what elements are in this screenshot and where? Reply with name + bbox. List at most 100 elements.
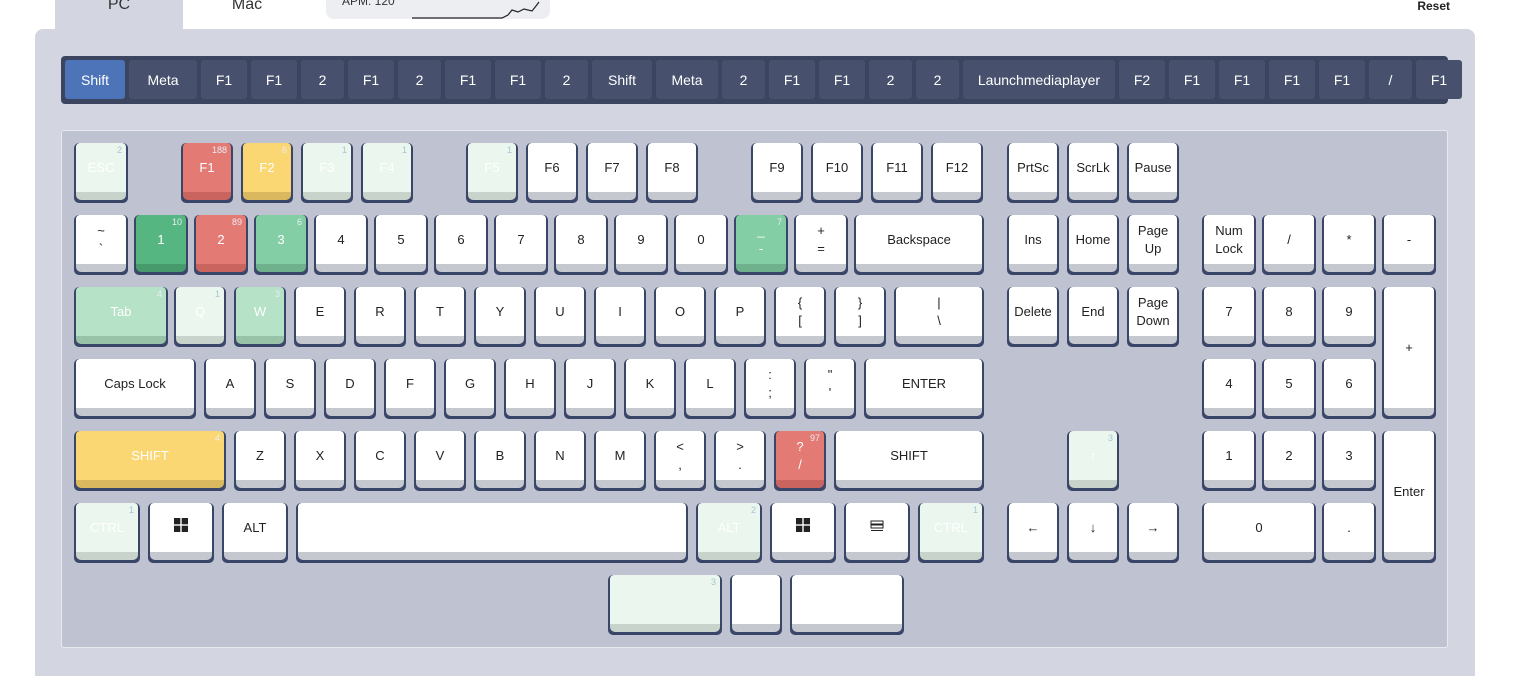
key-left[interactable]: ← xyxy=(1007,503,1059,563)
key-r[interactable]: R xyxy=(354,287,406,347)
key-menu[interactable] xyxy=(844,503,910,563)
key-extra3[interactable] xyxy=(790,575,904,635)
key-pause[interactable]: Pause xyxy=(1127,143,1179,203)
key-d[interactable]: D xyxy=(324,359,376,419)
key-g[interactable]: G xyxy=(444,359,496,419)
reset-button[interactable]: Reset xyxy=(1417,0,1450,13)
key-d9[interactable]: 9 xyxy=(614,215,668,275)
key-q[interactable]: Q1 xyxy=(174,287,226,347)
key-e[interactable]: E xyxy=(294,287,346,347)
key-d3[interactable]: 36 xyxy=(254,215,308,275)
key-tilde[interactable]: ~ ` xyxy=(74,215,128,275)
key-numadd[interactable]: + xyxy=(1382,287,1436,419)
key-num0[interactable]: 0 xyxy=(1202,503,1316,563)
key-rctrl[interactable]: CTRL 1 xyxy=(918,503,984,563)
key-u[interactable]: U xyxy=(534,287,586,347)
key-prtsc[interactable]: PrtSc xyxy=(1007,143,1059,203)
key-numlock[interactable]: Num Lock xyxy=(1202,215,1256,275)
key-f3[interactable]: F3 1 xyxy=(301,143,353,203)
key-j[interactable]: J xyxy=(564,359,616,419)
key-y[interactable]: Y xyxy=(474,287,526,347)
key-h[interactable]: H xyxy=(504,359,556,419)
key-d6[interactable]: 6 xyxy=(434,215,488,275)
key-p[interactable]: P xyxy=(714,287,766,347)
key-down[interactable]: ↓ xyxy=(1067,503,1119,563)
key-n[interactable]: N xyxy=(534,431,586,491)
key-f1[interactable]: F1 188 xyxy=(181,143,233,203)
key-d0[interactable]: 0 xyxy=(674,215,728,275)
key-win1[interactable] xyxy=(148,503,214,563)
key-slash[interactable]: ? / 97 xyxy=(774,431,826,491)
key-numenter[interactable]: Enter xyxy=(1382,431,1436,563)
key-period[interactable]: >. xyxy=(714,431,766,491)
key-num5[interactable]: 5 xyxy=(1262,359,1316,419)
key-pgup[interactable]: Page Up xyxy=(1127,215,1179,275)
key-num3[interactable]: 3 xyxy=(1322,431,1376,491)
key-f12[interactable]: F12 xyxy=(931,143,983,203)
key-right[interactable]: → xyxy=(1127,503,1179,563)
key-nummul[interactable]: * xyxy=(1322,215,1376,275)
key-d7[interactable]: 7 xyxy=(494,215,548,275)
key-esc[interactable]: ESC 2 xyxy=(74,143,128,203)
key-i[interactable]: I xyxy=(594,287,646,347)
key-num2[interactable]: 2 xyxy=(1262,431,1316,491)
key-space[interactable] xyxy=(296,503,688,563)
key-f5[interactable]: F5 1 xyxy=(466,143,518,203)
key-c[interactable]: C xyxy=(354,431,406,491)
tab-mac[interactable]: Mac xyxy=(183,0,311,29)
key-home[interactable]: Home xyxy=(1067,215,1119,275)
key-lshift[interactable]: SHIFT 4 xyxy=(74,431,226,491)
key-f10[interactable]: F10 xyxy=(811,143,863,203)
key-numdiv[interactable]: / xyxy=(1262,215,1316,275)
key-minus[interactable]: _ - 7 xyxy=(734,215,788,275)
key-scrlk[interactable]: ScrLk xyxy=(1067,143,1119,203)
key-f9[interactable]: F9 xyxy=(751,143,803,203)
key-semicolon[interactable]: :; xyxy=(744,359,796,419)
key-num6[interactable]: 6 xyxy=(1322,359,1376,419)
key-numsub[interactable]: - xyxy=(1382,215,1436,275)
key-equal[interactable]: + = xyxy=(794,215,848,275)
key-w[interactable]: W3 xyxy=(234,287,286,347)
key-rshift[interactable]: SHIFT xyxy=(834,431,984,491)
key-extra1[interactable]: 3 xyxy=(608,575,722,635)
key-backslash[interactable]: | \ xyxy=(894,287,984,347)
key-v[interactable]: V xyxy=(414,431,466,491)
key-m[interactable]: M xyxy=(594,431,646,491)
key-f6[interactable]: F6 xyxy=(526,143,578,203)
key-pgdn[interactable]: Page Down xyxy=(1127,287,1179,347)
key-b[interactable]: B xyxy=(474,431,526,491)
key-tab[interactable]: Tab 4 xyxy=(74,287,168,347)
key-num1[interactable]: 1 xyxy=(1202,431,1256,491)
key-num7[interactable]: 7 xyxy=(1202,287,1256,347)
key-ins[interactable]: Ins xyxy=(1007,215,1059,275)
key-num8[interactable]: 8 xyxy=(1262,287,1316,347)
key-d2[interactable]: 2 89 xyxy=(194,215,248,275)
key-o[interactable]: O xyxy=(654,287,706,347)
key-comma[interactable]: <, xyxy=(654,431,706,491)
key-lbracket[interactable]: {[ xyxy=(774,287,826,347)
key-delete[interactable]: Delete xyxy=(1007,287,1059,347)
key-f7[interactable]: F7 xyxy=(586,143,638,203)
key-lalt[interactable]: ALT xyxy=(222,503,288,563)
key-s[interactable]: S xyxy=(264,359,316,419)
key-enter[interactable]: ENTER xyxy=(864,359,984,419)
key-k[interactable]: K xyxy=(624,359,676,419)
key-up[interactable]: ↑ 3 xyxy=(1067,431,1119,491)
key-caps[interactable]: Caps Lock xyxy=(74,359,196,419)
key-f11[interactable]: F11 xyxy=(871,143,923,203)
key-d1[interactable]: 1 10 xyxy=(134,215,188,275)
key-num4[interactable]: 4 xyxy=(1202,359,1256,419)
key-l[interactable]: L xyxy=(684,359,736,419)
key-quote[interactable]: " ' xyxy=(804,359,856,419)
tab-pc[interactable]: PC xyxy=(55,0,183,29)
key-backspace[interactable]: Backspace xyxy=(854,215,984,275)
key-a[interactable]: A xyxy=(204,359,256,419)
key-f[interactable]: F xyxy=(384,359,436,419)
key-f8[interactable]: F8 xyxy=(646,143,698,203)
key-win2[interactable] xyxy=(770,503,836,563)
key-num9[interactable]: 9 xyxy=(1322,287,1376,347)
key-lctrl[interactable]: CTRL 1 xyxy=(74,503,140,563)
key-ralt[interactable]: ALT 2 xyxy=(696,503,762,563)
key-rbracket[interactable]: }] xyxy=(834,287,886,347)
key-numdot[interactable]: . xyxy=(1322,503,1376,563)
